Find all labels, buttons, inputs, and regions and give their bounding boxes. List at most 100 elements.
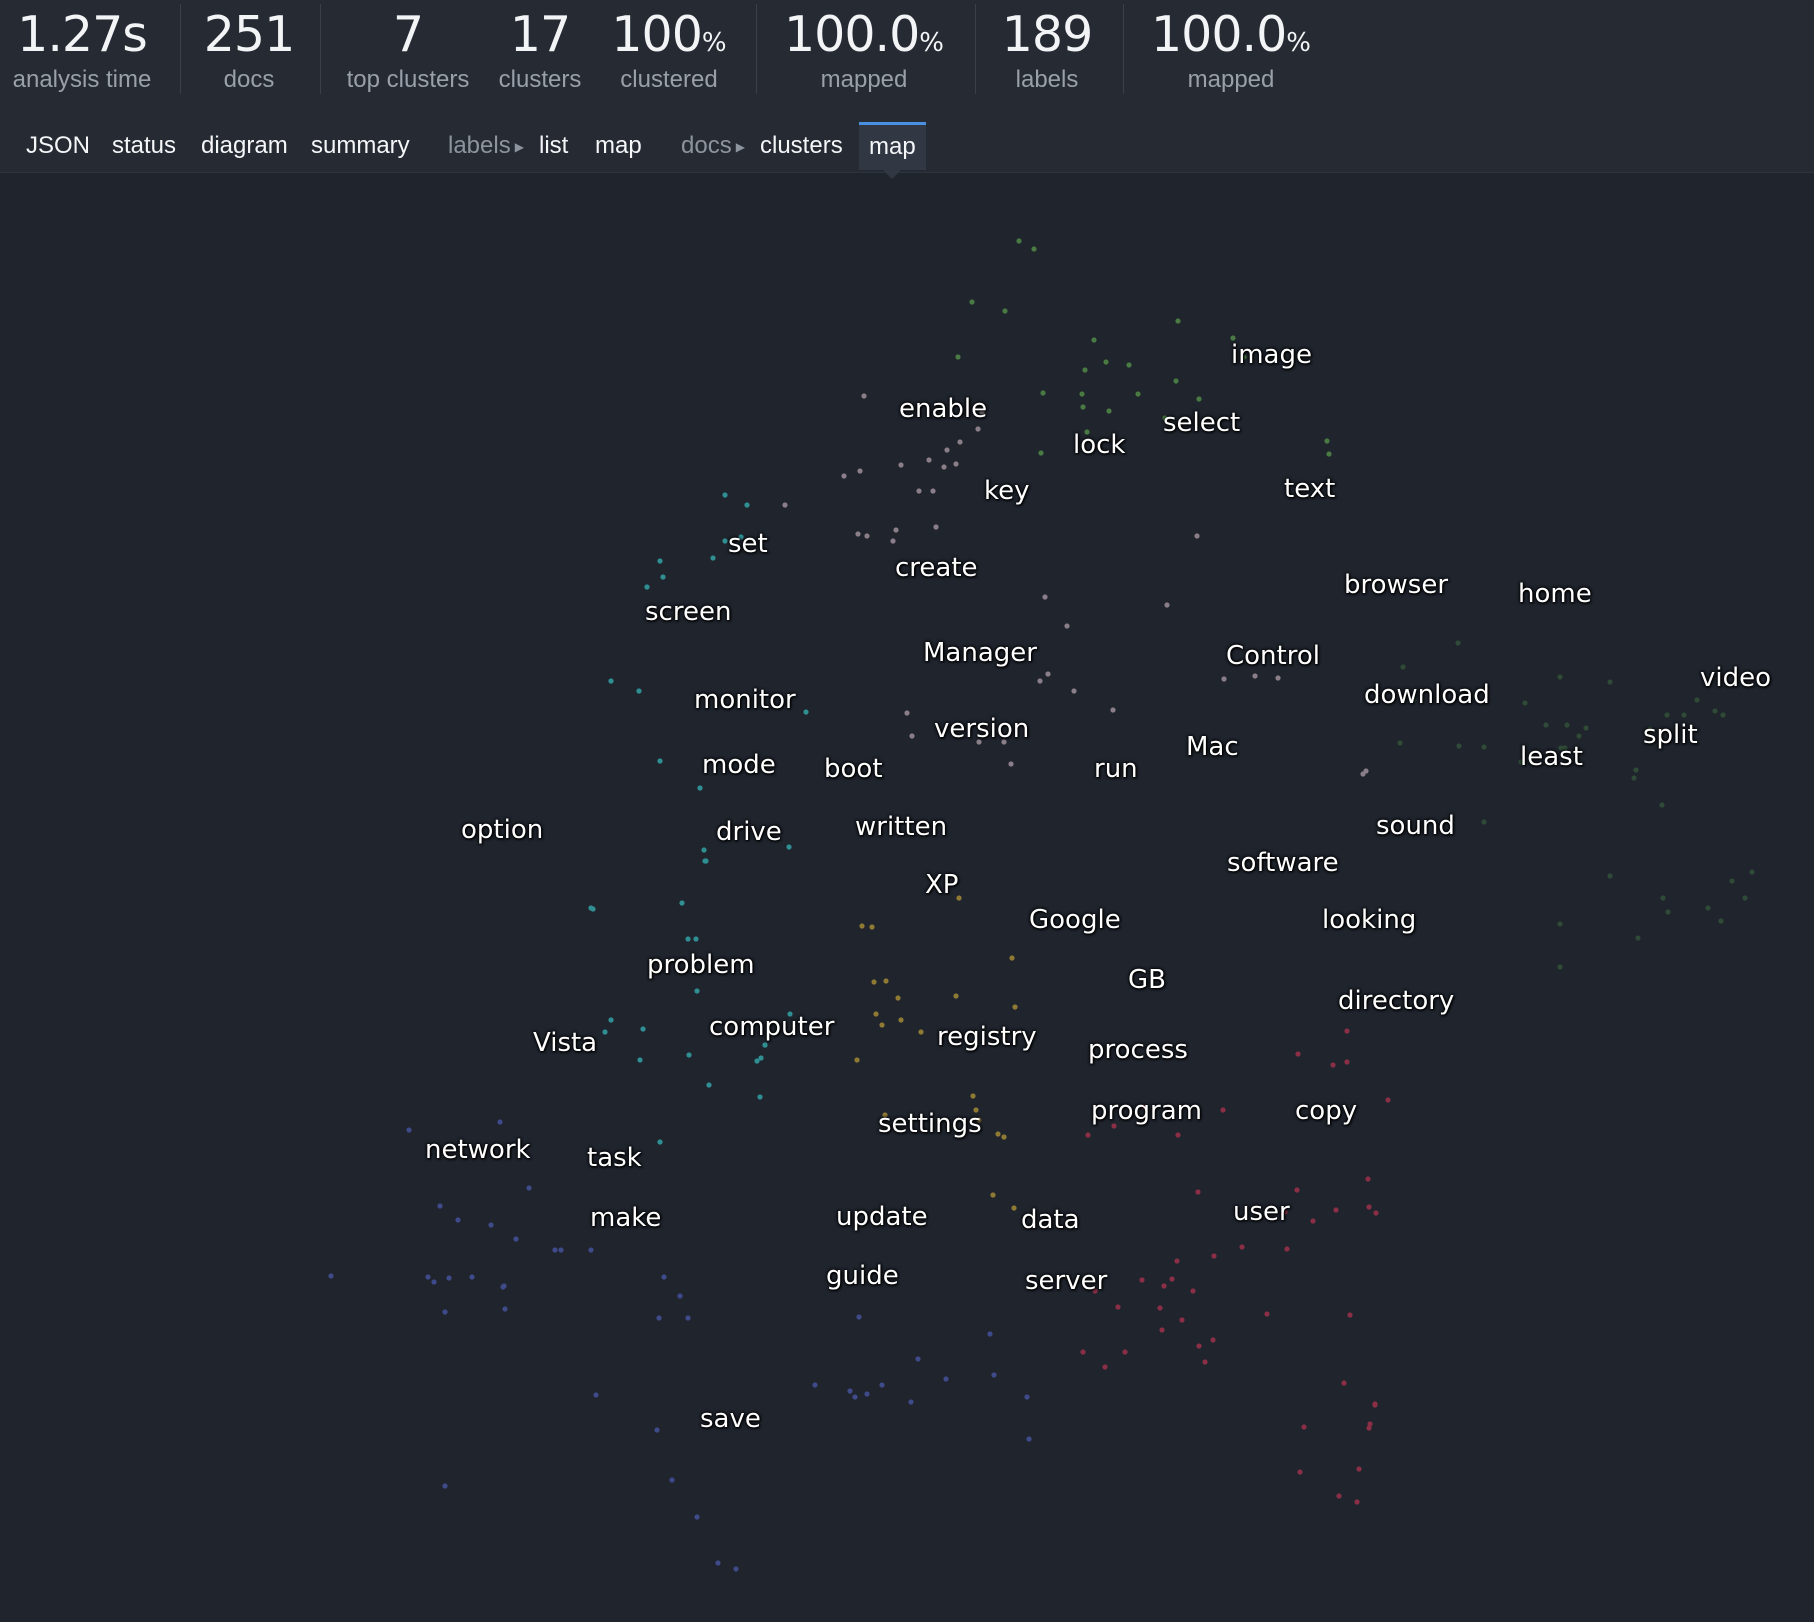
tab-docs-map[interactable]: map	[859, 122, 926, 179]
doc-dot[interactable]	[1456, 743, 1462, 749]
doc-dot[interactable]	[898, 1017, 904, 1023]
map-label[interactable]: mode	[702, 750, 776, 780]
doc-dot[interactable]	[1275, 675, 1281, 681]
doc-dot[interactable]	[469, 1274, 475, 1280]
map-label[interactable]: screen	[645, 597, 731, 627]
doc-dot[interactable]	[1221, 676, 1227, 682]
doc-dot[interactable]	[1002, 308, 1008, 314]
map-label[interactable]: Control	[1226, 641, 1320, 671]
doc-dot[interactable]	[864, 1391, 870, 1397]
doc-dot[interactable]	[1665, 909, 1671, 915]
doc-dot[interactable]	[859, 923, 865, 929]
map-label[interactable]: guide	[826, 1261, 899, 1291]
doc-dot[interactable]	[502, 1306, 508, 1312]
doc-dot[interactable]	[933, 524, 939, 530]
doc-dot[interactable]	[686, 1052, 692, 1058]
doc-dot[interactable]	[1115, 1304, 1121, 1310]
doc-dot[interactable]	[1694, 697, 1700, 703]
doc-dot[interactable]	[1659, 802, 1665, 808]
map-label[interactable]: select	[1163, 408, 1240, 438]
doc-dot[interactable]	[1194, 533, 1200, 539]
map-label[interactable]: drive	[716, 817, 782, 847]
doc-dot[interactable]	[957, 439, 963, 445]
map-label[interactable]: software	[1227, 848, 1339, 878]
doc-dot[interactable]	[657, 758, 663, 764]
doc-dot[interactable]	[1264, 1311, 1270, 1317]
map-label[interactable]: Manager	[923, 638, 1037, 668]
doc-dot[interactable]	[497, 1119, 503, 1125]
doc-dot[interactable]	[1607, 679, 1613, 685]
doc-dot[interactable]	[1333, 1207, 1339, 1213]
doc-dot[interactable]	[1681, 712, 1687, 718]
doc-dot[interactable]	[455, 1217, 461, 1223]
doc-dot[interactable]	[1664, 712, 1670, 718]
map-label[interactable]: sound	[1376, 811, 1455, 841]
map-label[interactable]: monitor	[694, 685, 796, 715]
doc-dot[interactable]	[975, 426, 981, 432]
tab-status[interactable]: status	[112, 122, 176, 170]
doc-dot[interactable]	[1164, 602, 1170, 608]
doc-dot[interactable]	[1064, 623, 1070, 629]
map-label[interactable]: download	[1364, 680, 1490, 710]
doc-dot[interactable]	[657, 1139, 663, 1145]
doc-dot[interactable]	[1082, 367, 1088, 373]
map-label[interactable]: key	[984, 476, 1030, 506]
doc-dot[interactable]	[883, 978, 889, 984]
doc-dot[interactable]	[895, 995, 901, 1001]
map-label[interactable]: browser	[1344, 570, 1448, 600]
doc-dot[interactable]	[1196, 1343, 1202, 1349]
doc-dot[interactable]	[1102, 1364, 1108, 1370]
doc-dot[interactable]	[701, 847, 707, 853]
doc-dot[interactable]	[943, 1376, 949, 1382]
doc-dot[interactable]	[1210, 1337, 1216, 1343]
doc-dot[interactable]	[602, 1029, 608, 1035]
doc-dot[interactable]	[757, 1094, 763, 1100]
doc-dot[interactable]	[657, 558, 663, 564]
doc-dot[interactable]	[1202, 1359, 1208, 1365]
doc-dot[interactable]	[608, 678, 614, 684]
doc-dot[interactable]	[861, 393, 867, 399]
doc-dot[interactable]	[1633, 767, 1639, 773]
tab-labels-list[interactable]: list	[539, 122, 568, 170]
doc-dot[interactable]	[926, 457, 932, 463]
doc-dot[interactable]	[1720, 712, 1726, 718]
doc-dot[interactable]	[1080, 404, 1086, 410]
doc-dot[interactable]	[1157, 1305, 1163, 1311]
map-label[interactable]: split	[1643, 720, 1698, 750]
doc-dot[interactable]	[1220, 1107, 1226, 1113]
doc-dot[interactable]	[1297, 1469, 1303, 1475]
doc-dot[interactable]	[930, 488, 936, 494]
doc-dot[interactable]	[803, 709, 809, 715]
tab-labels-map[interactable]: map	[595, 122, 642, 170]
doc-dot[interactable]	[1557, 674, 1563, 680]
doc-dot[interactable]	[693, 936, 699, 942]
doc-dot[interactable]	[898, 462, 904, 468]
doc-dot[interactable]	[856, 1314, 862, 1320]
doc-dot[interactable]	[1363, 768, 1369, 774]
doc-dot[interactable]	[669, 1477, 675, 1483]
doc-dot[interactable]	[1252, 673, 1258, 679]
doc-dot[interactable]	[660, 574, 666, 580]
doc-dot[interactable]	[1175, 1132, 1181, 1138]
doc-dot[interactable]	[1543, 722, 1549, 728]
doc-dot[interactable]	[1481, 744, 1487, 750]
doc-dot[interactable]	[871, 979, 877, 985]
doc-dot[interactable]	[1179, 1317, 1185, 1323]
doc-dot[interactable]	[786, 844, 792, 850]
doc-dot[interactable]	[640, 1026, 646, 1032]
doc-dot[interactable]	[1718, 918, 1724, 924]
doc-dot[interactable]	[1326, 451, 1332, 457]
map-label[interactable]: save	[700, 1404, 761, 1434]
map-label[interactable]: option	[461, 815, 543, 845]
doc-dot[interactable]	[970, 1093, 976, 1099]
doc-dot[interactable]	[1373, 1210, 1379, 1216]
doc-dot[interactable]	[1729, 878, 1735, 884]
map-label[interactable]: create	[895, 553, 978, 583]
doc-dot[interactable]	[1031, 246, 1037, 252]
doc-dot[interactable]	[1372, 1402, 1378, 1408]
doc-dot[interactable]	[1040, 390, 1046, 396]
doc-dot[interactable]	[733, 1566, 739, 1572]
doc-dot[interactable]	[1080, 1349, 1086, 1355]
map-label[interactable]: problem	[647, 950, 755, 980]
doc-dot[interactable]	[1103, 359, 1109, 365]
